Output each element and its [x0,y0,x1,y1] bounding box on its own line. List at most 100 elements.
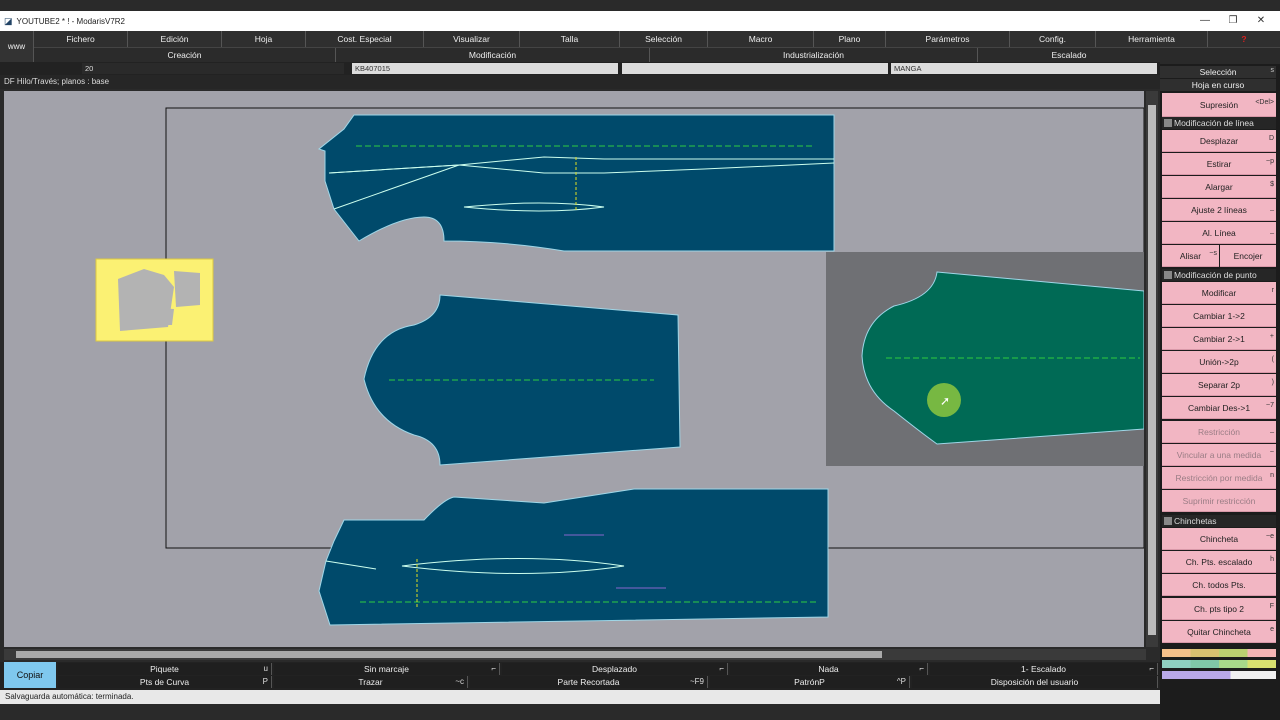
ajuste-key: _ [1270,204,1274,211]
cambiar-des-1-label: Cambiar Des->1 [1187,403,1251,413]
pattern-piece-top[interactable] [317,114,835,252]
supresion-key: <Del> [1255,99,1274,106]
app-icon: ◪ [4,15,13,26]
status-bar: Salvaguarda automática: terminada. [0,690,1160,704]
menu-config[interactable]: Config. [1010,31,1096,47]
ch-pts-tipo-2-button[interactable]: Ch. pts tipo 2 F [1162,598,1276,620]
window-title: YOUTUBE2 * ! - ModarisV7R2 [16,16,125,26]
union-2p-label: Unión->2p [1199,357,1239,367]
alisar-button[interactable]: Alisar ~s [1162,245,1219,267]
desplazar-label: Desplazar [1199,136,1239,146]
size-color-bar-1[interactable] [1162,649,1276,657]
sin-marcaje-label: Sin marcaje [364,664,409,674]
chincheta-label: Chincheta [1199,534,1239,544]
union-2p-key: ( [1271,356,1274,363]
panel-title: Selección [1160,66,1276,78]
pts-curva-label: Pts de Curva [139,677,190,687]
parte-recortada-option[interactable]: Parte Recortada ~F9 [470,676,708,688]
modificar-button[interactable]: Modificar r [1162,282,1276,304]
alargar-button[interactable]: Alargar $ [1162,176,1276,198]
copy-button[interactable]: Copiar [4,662,56,688]
vertical-scrollbar[interactable] [1146,91,1158,647]
menu-edicion[interactable]: Edición [128,31,222,47]
separar-2p-button[interactable]: Separar 2p) [1162,374,1276,396]
al-linea-button[interactable]: Al. Línea _ [1162,222,1276,244]
maximize-button[interactable]: ❐ [1219,11,1247,31]
empty-field[interactable] [622,63,888,74]
ch-pts-escalado-button[interactable]: Ch. Pts. escalado h [1162,551,1276,573]
menu-escalado[interactable]: Escalado [978,48,1160,62]
menu-parametros[interactable]: Parámetros [886,31,1010,47]
overview-thumbnail[interactable] [95,258,214,342]
cambiar-1-2-label: Cambiar 1->2 [1193,311,1245,321]
suprimir-restriccion-button[interactable]: Suprimir restricción [1162,490,1276,512]
menu-visualizar[interactable]: Visualizar [424,31,520,47]
menu-hoja[interactable]: Hoja [222,31,306,47]
menu-plano[interactable]: Plano [814,31,886,47]
union-2p-button[interactable]: Unión->2p ( [1162,351,1276,373]
section-modificacion-linea[interactable]: Modificación de línea [1162,117,1276,129]
ch-todos-pts-button[interactable]: Ch. todos Pts. [1162,574,1276,596]
work-area[interactable]: ➚ [4,91,1145,647]
menu-seleccion[interactable]: Selección [620,31,708,47]
alargar-key: $ [1270,181,1274,188]
suprimir-restriccion-label: Suprimir restricción [1182,496,1256,506]
svg-text:➚: ➚ [940,394,950,408]
help-icon[interactable]: ? [1208,31,1280,47]
pattern-piece-bottom[interactable] [318,488,829,626]
restriccion-button[interactable]: Restricción _ [1162,421,1276,443]
ajuste-2-lineas-button[interactable]: Ajuste 2 líneas _ [1162,199,1276,221]
chincheta-button[interactable]: Chincheta ~e [1162,528,1276,550]
supresion-button[interactable]: Supresión <Del> [1162,93,1276,117]
escalado-option[interactable]: 1- Escalado ⌐ [930,663,1158,675]
menu-industrializacion[interactable]: Industrialización [650,48,978,62]
piquete-label: Piquete [150,664,179,674]
desplazado-option[interactable]: Desplazado ⌐ [502,663,728,675]
pts-curva-option[interactable]: Pts de Curva P [58,676,272,688]
vincular-medida-button[interactable]: Vincular a una medida ~ [1162,444,1276,466]
number-field[interactable]: 20 [82,63,344,74]
patronp-option[interactable]: PatrónP ^P [710,676,910,688]
menu-cost-especial[interactable]: Cost. Especial [306,31,424,47]
ch-todos-pts-label: Ch. todos Pts. [1192,580,1246,590]
cambiar-1-2-button[interactable]: Cambiar 1->2 [1162,305,1276,327]
section-modificacion-punto[interactable]: Modificación de punto [1162,269,1276,281]
menu-creacion[interactable]: Creación [34,48,336,62]
section-chinchetas[interactable]: Chinchetas [1162,515,1276,527]
pattern-canvas[interactable]: ➚ [4,91,1145,647]
minimize-button[interactable]: — [1191,11,1219,31]
size-color-bar-2[interactable] [1162,660,1276,668]
ch-pts-tipo-2-label: Ch. pts tipo 2 [1193,604,1245,614]
cambiar-des-1-button[interactable]: Cambiar Des->1 ~7 [1162,397,1276,419]
escalado-key: ⌐ [1149,664,1154,673]
menu-fichero[interactable]: Fichero [34,31,128,47]
desplazar-button[interactable]: Desplazar D [1162,130,1276,152]
menu-macro[interactable]: Macro [708,31,814,47]
quitar-chincheta-button[interactable]: Quitar Chincheta e [1162,621,1276,643]
encojer-button[interactable]: Encojer [1220,245,1276,267]
model-field[interactable]: KB407015 [352,63,618,74]
cambiar-2-1-key: + [1269,333,1274,340]
trazar-option[interactable]: Trazar ~c [274,676,468,688]
disposicion-usuario-option[interactable]: Disposición del usuario [912,676,1158,688]
size-color-bar-3[interactable] [1162,671,1276,679]
horizontal-scrollbar[interactable] [4,649,1146,660]
estirar-button[interactable]: Estirar ~p [1162,153,1276,175]
close-button[interactable]: ✕ [1247,11,1275,31]
sin-marcaje-option[interactable]: Sin marcaje ⌐ [274,663,500,675]
al-linea-key: _ [1270,227,1274,234]
piquete-option[interactable]: Piquete u [58,663,272,675]
menu-herramienta[interactable]: Herramienta [1096,31,1208,47]
piece-name-field[interactable]: MANGA [891,63,1157,74]
www-button[interactable]: www [0,31,34,62]
restriccion-medida-button[interactable]: Restricción por medida n [1162,467,1276,489]
cambiar-des-1-key: ~7 [1266,402,1274,409]
quitar-chincheta-key: e [1270,626,1274,633]
nada-option[interactable]: Nada ⌐ [730,663,928,675]
menu-modificacion[interactable]: Modificación [336,48,650,62]
cambiar-2-1-button[interactable]: Cambiar 2->1 + [1162,328,1276,350]
estirar-key: ~p [1266,158,1274,165]
menu-talla[interactable]: Talla [520,31,620,47]
pattern-piece-middle[interactable] [363,294,681,466]
nada-label: Nada [818,664,839,674]
